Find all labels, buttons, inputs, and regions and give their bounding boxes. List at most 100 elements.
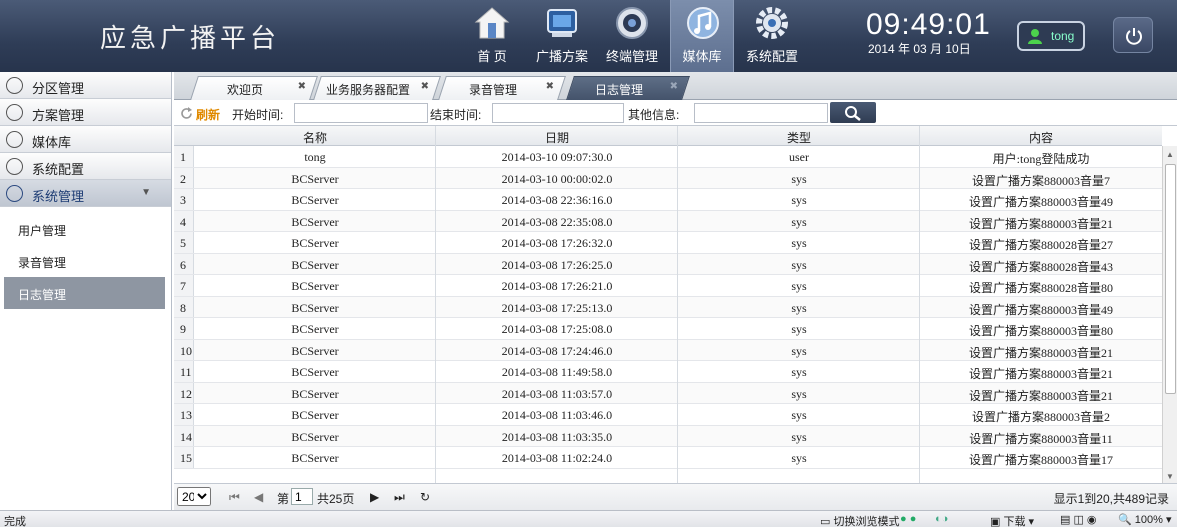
close-icon[interactable]: ✖ xyxy=(421,81,429,92)
start-time-label: 开始时间: xyxy=(232,108,284,122)
table-row[interactable]: 2 BCServer 2014-03-10 00:00:02.0 sys 设置广播方案8… xyxy=(174,167,1162,189)
table-row[interactable]: 12 BCServer 2014-03-08 11:03:57.0 sys 设置广播方案… xyxy=(174,382,1162,404)
cell-name: BCServer xyxy=(291,365,339,379)
table-row[interactable]: 8 BCServer 2014-03-08 17:25:13.0 sys 设置广播方案8… xyxy=(174,296,1162,318)
scroll-up-icon[interactable]: ▲ xyxy=(1166,150,1174,159)
clock: 09:49:01 2014 年 03 月 10日 xyxy=(866,8,991,57)
cell-content: 设置广播方案880003音量21 xyxy=(968,216,1113,231)
table-row[interactable]: 15 BCServer 2014-03-08 11:02:24.0 sys 设置广播方案… xyxy=(174,447,1162,469)
sidebar-item-system-admin[interactable]: 系统管理 ▼ xyxy=(0,180,171,207)
row-number: 9 xyxy=(174,318,194,339)
media-icon xyxy=(6,131,23,148)
last-page-icon[interactable]: ⏭ xyxy=(394,490,405,505)
tools-icon[interactable]: ▤ ◫ ◉ xyxy=(1060,513,1097,526)
cell-type: sys xyxy=(791,257,807,272)
terminal-icon xyxy=(616,7,648,39)
logout-button[interactable] xyxy=(1113,17,1153,53)
nav-home-label: 首 页 xyxy=(477,49,507,64)
tab-server-config[interactable]: 业务服务器配置 ✖ xyxy=(313,76,441,100)
sidebar-item-media[interactable]: 媒体库 xyxy=(0,126,171,153)
cell-type: sys xyxy=(791,386,807,401)
sidebar-item-plan[interactable]: 方案管理 xyxy=(0,99,171,126)
prev-page-icon[interactable]: ◀ xyxy=(254,490,263,504)
browse-mode-button[interactable]: ▭ 切换浏览模式 xyxy=(820,513,899,527)
column-header-name[interactable]: 名称 xyxy=(194,129,436,146)
cell-date: 2014-03-08 17:26:21.0 xyxy=(501,279,613,293)
other-info-label: 其他信息: xyxy=(628,108,680,122)
log-table: 名称 日期 类型 内容 1 tong 2014-03-10 09:07:30.0 us… xyxy=(174,125,1177,483)
next-page-icon[interactable]: ▶ xyxy=(370,490,379,504)
table-row[interactable]: 1 tong 2014-03-10 09:07:30.0 user 用户:tong登陆成… xyxy=(174,146,1162,168)
cell-name: tong xyxy=(304,150,326,164)
other-info-input[interactable] xyxy=(694,103,828,123)
nav-media-library-label: 媒体库 xyxy=(682,49,722,64)
close-icon[interactable]: ✖ xyxy=(546,81,554,92)
reload-icon[interactable]: ↻ xyxy=(420,490,430,504)
cell-name: BCServer xyxy=(291,236,339,250)
refresh-icon[interactable] xyxy=(180,107,193,120)
column-header-type[interactable]: 类型 xyxy=(678,129,920,146)
first-page-icon[interactable]: ⏮ xyxy=(229,490,240,505)
list-icon xyxy=(6,104,23,121)
security-icon[interactable]: ● ● xyxy=(900,513,916,525)
start-time-input[interactable] xyxy=(294,103,428,123)
toggle-icon[interactable]: ◐◑ xyxy=(935,513,948,525)
status-text: 完成 xyxy=(4,516,26,527)
table-row[interactable]: 13 BCServer 2014-03-08 11:03:46.0 sys 设置广播方案… xyxy=(174,404,1162,426)
scroll-down-icon[interactable]: ▼ xyxy=(1166,472,1174,481)
table-row[interactable]: 4 BCServer 2014-03-08 22:35:08.0 sys 设置广播方案8… xyxy=(174,210,1162,232)
table-row[interactable]: 3 BCServer 2014-03-08 22:36:16.0 sys 设置广播方案8… xyxy=(174,189,1162,211)
table-row[interactable]: 6 BCServer 2014-03-08 17:26:25.0 sys 设置广播方案8… xyxy=(174,253,1162,275)
sidebar-item-zone[interactable]: 分区管理 xyxy=(0,72,171,99)
nav-broadcast-plan[interactable]: 广播方案 xyxy=(530,0,594,72)
page-size-select[interactable]: 20 xyxy=(177,487,211,506)
search-button[interactable] xyxy=(830,102,876,123)
user-button[interactable]: tong xyxy=(1017,21,1085,51)
sidebar-subitem-label: 用户管理 xyxy=(18,224,67,238)
table-row[interactable]: 11 BCServer 2014-03-08 11:49:58.0 sys 设置广播方案… xyxy=(174,361,1162,383)
tab-welcome[interactable]: 欢迎页 ✖ xyxy=(190,76,318,100)
tab-log[interactable]: 日志管理 ✖ xyxy=(566,76,690,100)
close-icon[interactable]: ✖ xyxy=(298,81,306,92)
table-row[interactable]: 9 BCServer 2014-03-08 17:25:08.0 sys 设置广播方案8… xyxy=(174,318,1162,340)
column-header-content[interactable]: 内容 xyxy=(920,129,1162,146)
cell-date: 2014-03-08 11:02:24.0 xyxy=(501,451,613,465)
cell-date: 2014-03-08 22:35:08.0 xyxy=(501,214,613,229)
nav-terminal[interactable]: 终端管理 xyxy=(600,0,664,72)
sidebar-subitem-log[interactable]: 日志管理 xyxy=(4,277,165,309)
broadcast-plan-icon xyxy=(547,9,577,37)
table-row[interactable]: 7 BCServer 2014-03-08 17:26:21.0 sys 设置广播方案8… xyxy=(174,275,1162,297)
nav-system-config[interactable]: 系统配置 xyxy=(740,0,804,72)
end-time-input[interactable] xyxy=(492,103,624,123)
column-header-date[interactable]: 日期 xyxy=(436,129,678,146)
cell-content: 设置广播方案880003音量21 xyxy=(968,345,1113,360)
cell-content: 设置广播方案880003音量49 xyxy=(968,302,1113,317)
nav-media-library[interactable]: 媒体库 xyxy=(670,0,734,72)
table-row[interactable]: 10 BCServer 2014-03-08 17:24:46.0 sys 设置广播方案… xyxy=(174,339,1162,361)
download-button[interactable]: ▣ 下载 ▾ xyxy=(990,513,1034,527)
sidebar-subitem-label: 录音管理 xyxy=(18,256,67,270)
page-number-input[interactable] xyxy=(291,488,313,505)
gear-icon xyxy=(6,158,23,175)
row-number: 8 xyxy=(174,296,194,317)
table-row[interactable]: 5 BCServer 2014-03-08 17:26:32.0 sys 设置广播方案8… xyxy=(174,232,1162,254)
cell-date: 2014-03-08 22:36:16.0 xyxy=(501,193,613,207)
cell-date: 2014-03-08 17:26:25.0 xyxy=(501,257,613,272)
row-number: 4 xyxy=(174,210,194,231)
cell-content: 设置广播方案880028音量43 xyxy=(968,259,1113,274)
table-scrollbar[interactable]: ▲ ▼ xyxy=(1162,146,1177,483)
cell-date: 2014-03-08 11:03:46.0 xyxy=(501,408,613,422)
sidebar-item-config[interactable]: 系统配置 xyxy=(0,153,171,180)
cell-name: BCServer xyxy=(291,343,339,358)
tab-recording[interactable]: 录音管理 ✖ xyxy=(438,76,566,100)
row-number: 12 xyxy=(174,382,194,403)
scroll-thumb[interactable] xyxy=(1165,164,1176,394)
close-icon[interactable]: ✖ xyxy=(670,81,678,92)
table-row[interactable]: 14 BCServer 2014-03-08 11:03:35.0 sys 设置广播方案… xyxy=(174,425,1162,447)
refresh-button[interactable]: 刷新 xyxy=(196,106,220,123)
cell-name: BCServer xyxy=(291,171,339,186)
zoom-button[interactable]: 🔍 100% ▾ xyxy=(1118,513,1171,526)
sidebar-subitem-recording[interactable]: 录音管理 xyxy=(4,245,165,277)
nav-home[interactable]: 首 页 xyxy=(460,0,524,72)
sidebar-subitem-user-admin[interactable]: 用户管理 xyxy=(4,213,165,245)
